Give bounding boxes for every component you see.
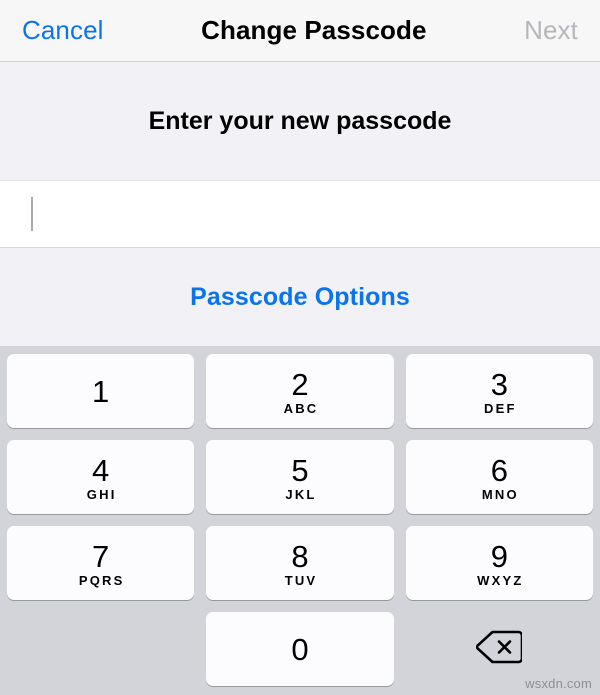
- key-letters: MNO: [481, 486, 519, 502]
- key-8[interactable]: 8 TUV: [206, 526, 394, 600]
- key-letters: WXYZ: [477, 572, 524, 588]
- passcode-input[interactable]: [0, 180, 600, 248]
- key-5[interactable]: 5 JKL: [206, 440, 394, 514]
- delete-icon: [476, 630, 524, 669]
- key-9[interactable]: 9 WXYZ: [405, 526, 593, 600]
- key-digit: 4: [92, 452, 110, 488]
- prompt-text: Enter your new passcode: [148, 106, 452, 135]
- key-6[interactable]: 6 MNO: [405, 440, 593, 514]
- key-letters: ABC: [283, 400, 319, 416]
- change-passcode-screen: Cancel Change Passcode Next Enter your n…: [0, 0, 600, 695]
- key-4[interactable]: 4 GHI: [7, 440, 195, 514]
- key-digit: 0: [291, 632, 309, 667]
- next-button[interactable]: Next: [524, 15, 578, 46]
- key-digit: 2: [291, 366, 309, 402]
- key-digit: 9: [490, 538, 508, 574]
- passcode-options-button[interactable]: Passcode Options: [190, 283, 410, 312]
- key-digit: 6: [490, 452, 508, 488]
- text-caret: [31, 197, 33, 231]
- key-letters: GHI: [86, 486, 117, 502]
- key-digit: 5: [291, 452, 309, 488]
- keypad-row: 1 2 ABC 3 DEF: [7, 354, 593, 428]
- key-digit: 3: [490, 366, 508, 402]
- passcode-options-area: Passcode Options: [0, 248, 600, 346]
- keypad-row: 4 GHI 5 JKL 6 MNO: [7, 440, 593, 514]
- keypad-row: 0: [7, 612, 593, 686]
- keypad-spacer: [7, 612, 194, 686]
- watermark: wsxdn.com: [525, 676, 592, 691]
- key-letters: DEF: [484, 400, 517, 416]
- key-3[interactable]: 3 DEF: [405, 354, 593, 428]
- key-digit: 7: [92, 538, 110, 574]
- numeric-keypad: 1 2 ABC 3 DEF 4 GHI 5 JKL 6 MNO 7 PQRS 8…: [0, 346, 600, 695]
- keypad-row: 7 PQRS 8 TUV 9 WXYZ: [7, 526, 593, 600]
- page-title: Change Passcode: [201, 15, 427, 45]
- key-digit: 1: [92, 374, 110, 409]
- key-letters: JKL: [285, 486, 317, 502]
- key-7[interactable]: 7 PQRS: [7, 526, 195, 600]
- key-letters: TUV: [284, 572, 318, 588]
- prompt-area: Enter your new passcode: [0, 62, 600, 180]
- key-1[interactable]: 1: [7, 354, 195, 428]
- delete-button[interactable]: [406, 612, 593, 686]
- key-2[interactable]: 2 ABC: [206, 354, 394, 428]
- navigation-bar: Cancel Change Passcode Next: [0, 0, 600, 62]
- key-digit: 8: [291, 538, 309, 574]
- key-0[interactable]: 0: [206, 612, 394, 686]
- cancel-button[interactable]: Cancel: [22, 15, 104, 46]
- key-letters: PQRS: [78, 572, 125, 588]
